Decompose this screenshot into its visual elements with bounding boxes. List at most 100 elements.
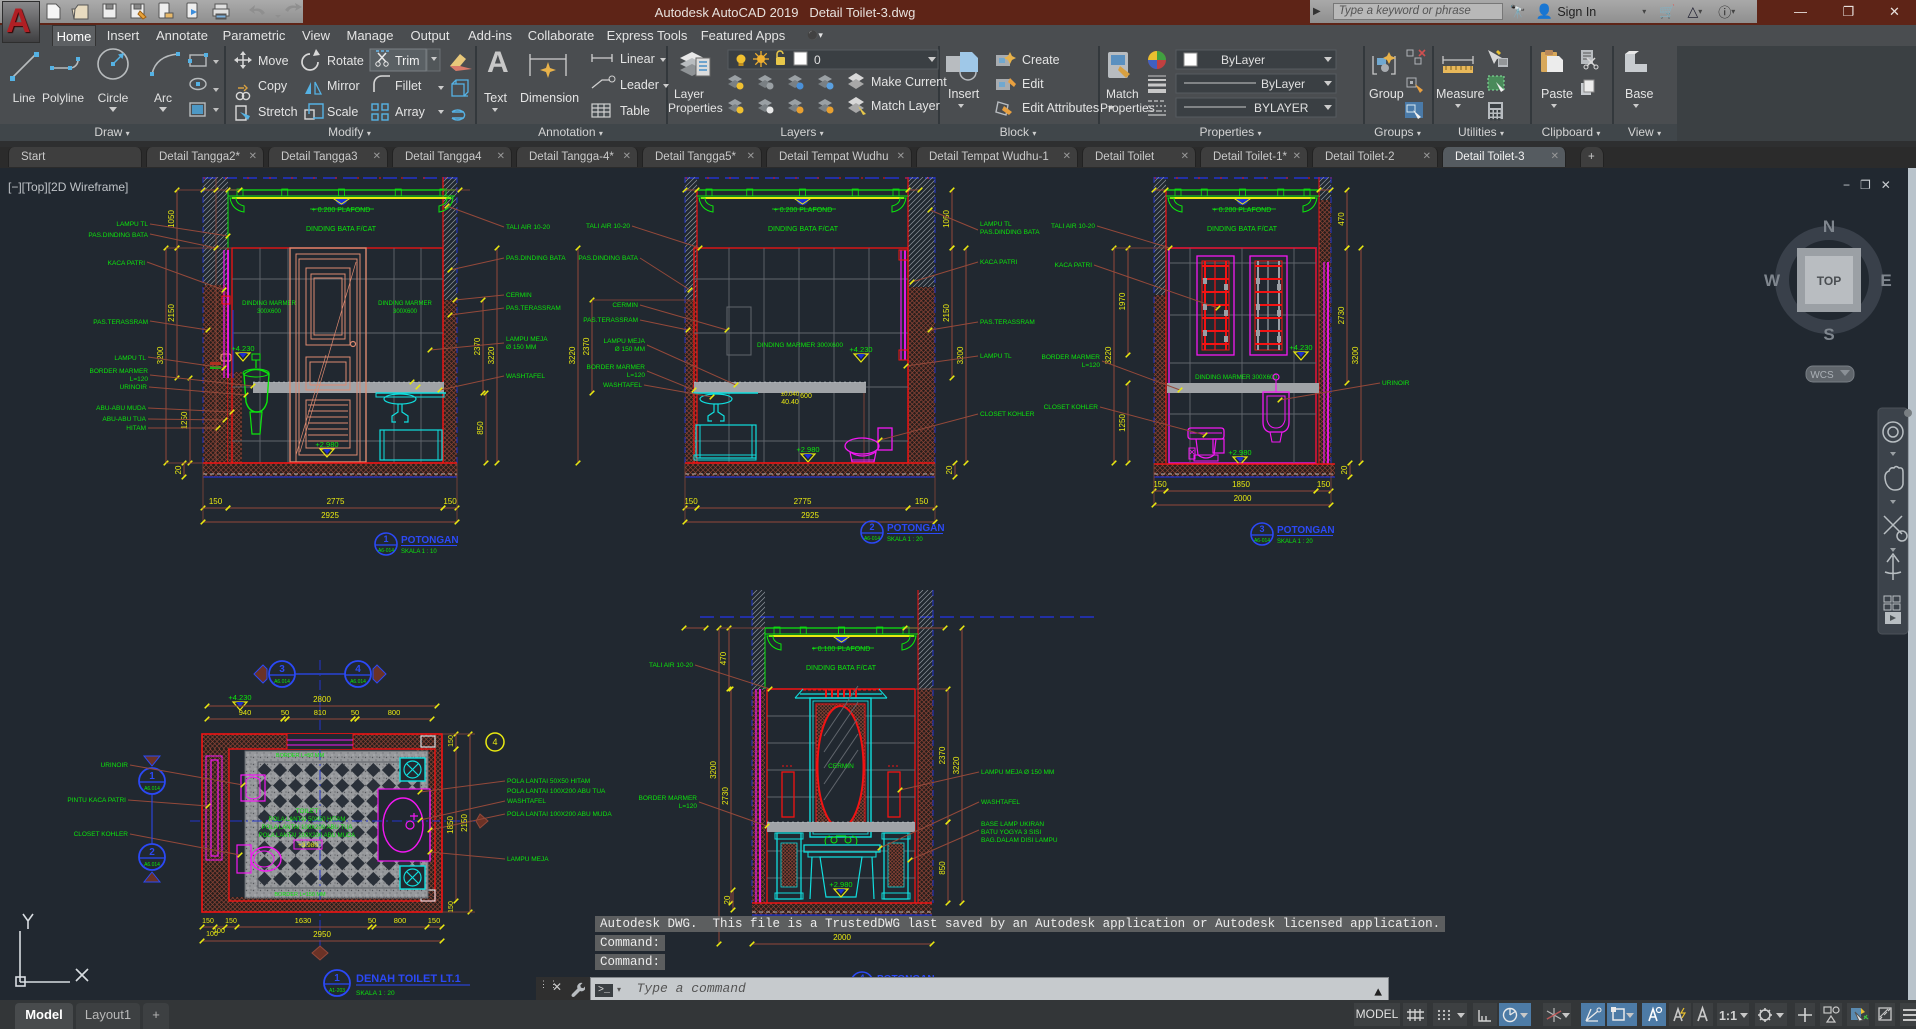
svg-text:PINTU KACA PATRI: PINTU KACA PATRI	[67, 797, 126, 804]
svg-text:150: 150	[448, 901, 455, 913]
svg-text:SKALA 1 : 20: SKALA 1 : 20	[887, 537, 923, 543]
svg-text:600: 600	[800, 393, 812, 400]
svg-text:+4.230: +4.230	[1289, 343, 1312, 352]
svg-text:TOP: TOP	[1817, 274, 1841, 288]
svg-text:Properties: Properties	[668, 101, 723, 115]
svg-text:CLOSET KOHLER: CLOSET KOHLER	[980, 411, 1035, 418]
svg-text:Array: Array	[395, 105, 426, 119]
svg-text:SKALA 1 : 10: SKALA 1 : 10	[401, 549, 437, 555]
svg-text:1970: 1970	[1118, 292, 1127, 310]
svg-text:150: 150	[1153, 480, 1167, 489]
svg-text:20: 20	[945, 465, 954, 474]
svg-text:Linear: Linear	[620, 52, 655, 66]
svg-text:Line: Line	[13, 91, 36, 105]
svg-text:2150: 2150	[942, 304, 951, 322]
svg-text:2: 2	[149, 847, 155, 858]
svg-text:Circle: Circle	[98, 91, 129, 105]
svg-text:4: 4	[492, 737, 497, 747]
svg-text:2000: 2000	[1234, 494, 1252, 503]
svg-text:Layer: Layer	[674, 87, 704, 101]
svg-text:CLOSET KOHLER: CLOSET KOHLER	[74, 831, 129, 838]
svg-text:50: 50	[281, 708, 289, 717]
svg-text:PAS.TERASSRAM: PAS.TERASSRAM	[583, 317, 638, 324]
svg-text:3220: 3220	[952, 756, 961, 774]
svg-text:40.40: 40.40	[781, 399, 799, 406]
svg-text:940: 940	[239, 708, 252, 717]
svg-text:20: 20	[723, 895, 732, 904]
svg-text:URINOIR: URINOIR	[120, 384, 148, 391]
svg-text:A6-014: A6-014	[1254, 538, 1270, 544]
svg-text:POLA LANTAI 100X200 ABU TUA: POLA LANTAI 100X200 ABU TUA	[262, 825, 353, 831]
svg-text:L=120: L=120	[627, 372, 646, 379]
svg-text:A6.014: A6.014	[144, 862, 160, 868]
svg-text:300X600: 300X600	[393, 309, 418, 315]
svg-text:A6.014: A6.014	[350, 679, 366, 685]
svg-text:+2.980: +2.980	[315, 440, 338, 449]
svg-text:LAMPU TL: LAMPU TL	[980, 353, 1012, 360]
svg-text:DINDING BATA F/CAT: DINDING BATA F/CAT	[306, 226, 377, 233]
svg-text:+ 0.200 PLAFOND: + 0.200 PLAFOND	[312, 207, 371, 214]
svg-text:3200: 3200	[709, 761, 718, 779]
svg-text:Match: Match	[1106, 87, 1139, 101]
svg-text:3220: 3220	[1104, 346, 1113, 364]
svg-text:Group: Group	[1369, 87, 1404, 101]
svg-text:BYLAYER: BYLAYER	[1254, 101, 1309, 115]
svg-text:KACA PATRI: KACA PATRI	[980, 259, 1018, 266]
svg-text:Arc: Arc	[154, 91, 172, 105]
svg-text:Move: Move	[258, 54, 289, 68]
svg-text:Leader: Leader	[620, 78, 659, 92]
svg-text:150: 150	[448, 735, 455, 747]
svg-text:150: 150	[443, 497, 457, 506]
svg-text:BORDER L=150 MM: BORDER L=150 MM	[274, 892, 326, 898]
svg-text:POTONGAN: POTONGAN	[1277, 525, 1335, 536]
svg-text:POLA LANTAI 100X200 ABU MUDA: POLA LANTAI 100X200 ABU MUDA	[259, 833, 356, 839]
svg-text:BORDER MARMER: BORDER MARMER	[89, 368, 148, 375]
svg-text:2925: 2925	[321, 511, 339, 520]
svg-text:LAMPU TL: LAMPU TL	[116, 221, 148, 228]
svg-text:A6-014: A6-014	[864, 536, 880, 542]
svg-text:3200: 3200	[156, 346, 165, 364]
svg-text:150: 150	[225, 918, 237, 925]
svg-text:Paste: Paste	[1541, 87, 1573, 101]
svg-text:+ 0.100 PLAFOND: + 0.100 PLAFOND	[812, 646, 871, 653]
svg-text:300X600: 300X600	[257, 309, 282, 315]
svg-text:1050: 1050	[167, 210, 176, 228]
svg-text:DINDING MARMER 300X600: DINDING MARMER 300X600	[1195, 374, 1277, 381]
svg-text:+4.230: +4.230	[231, 344, 254, 353]
svg-text:Trim: Trim	[395, 54, 420, 68]
svg-text:3200: 3200	[956, 346, 965, 364]
svg-text:URINOIR: URINOIR	[101, 762, 129, 769]
svg-text:DENAH TOILET LT.1: DENAH TOILET LT.1	[356, 973, 461, 985]
svg-text:150: 150	[209, 497, 223, 506]
svg-text:100: 100	[206, 931, 218, 938]
svg-text:1850: 1850	[446, 816, 455, 834]
svg-text:3: 3	[1259, 524, 1264, 534]
svg-text:800: 800	[388, 708, 401, 717]
svg-text:DINDING BATA F/CAT: DINDING BATA F/CAT	[1207, 226, 1278, 233]
svg-text:2775: 2775	[327, 497, 345, 506]
svg-text:Ø 150 MM: Ø 150 MM	[615, 346, 645, 353]
svg-text:Edit: Edit	[1022, 77, 1044, 91]
svg-text:POTONGAN: POTONGAN	[401, 535, 459, 546]
svg-text:E: E	[1880, 271, 1891, 290]
svg-text:DINDING BATA F/CAT: DINDING BATA F/CAT	[768, 226, 839, 233]
svg-text:2150: 2150	[167, 304, 176, 322]
svg-text:BORDER MARMER: BORDER MARMER	[586, 364, 645, 371]
svg-text:A: A	[487, 46, 509, 79]
svg-text:SKALA 1 : 20: SKALA 1 : 20	[356, 990, 395, 997]
svg-text:LAMPU TL: LAMPU TL	[980, 221, 1012, 228]
svg-text:ABU-ABU MUDA: ABU-ABU MUDA	[96, 405, 147, 412]
svg-text:PAS.DINDING BATA: PAS.DINDING BATA	[578, 255, 638, 262]
svg-text:Base: Base	[1625, 87, 1654, 101]
svg-text:WASHTAFEL: WASHTAFEL	[603, 382, 642, 389]
svg-text:LAMPU TL: LAMPU TL	[114, 355, 146, 362]
svg-text:BAG.DALAM DISI LAMPU: BAG.DALAM DISI LAMPU	[981, 837, 1058, 844]
svg-text:850: 850	[476, 421, 485, 435]
svg-text:PAS.TERASSRAM: PAS.TERASSRAM	[980, 319, 1035, 326]
svg-text:800: 800	[394, 916, 407, 925]
svg-text:4: 4	[355, 664, 361, 675]
svg-text:2730: 2730	[721, 787, 730, 805]
svg-text:±0.040: ±0.040	[781, 392, 800, 398]
svg-text:PAS.DINDING BATA: PAS.DINDING BATA	[980, 229, 1040, 236]
svg-text:N: N	[1823, 217, 1835, 236]
